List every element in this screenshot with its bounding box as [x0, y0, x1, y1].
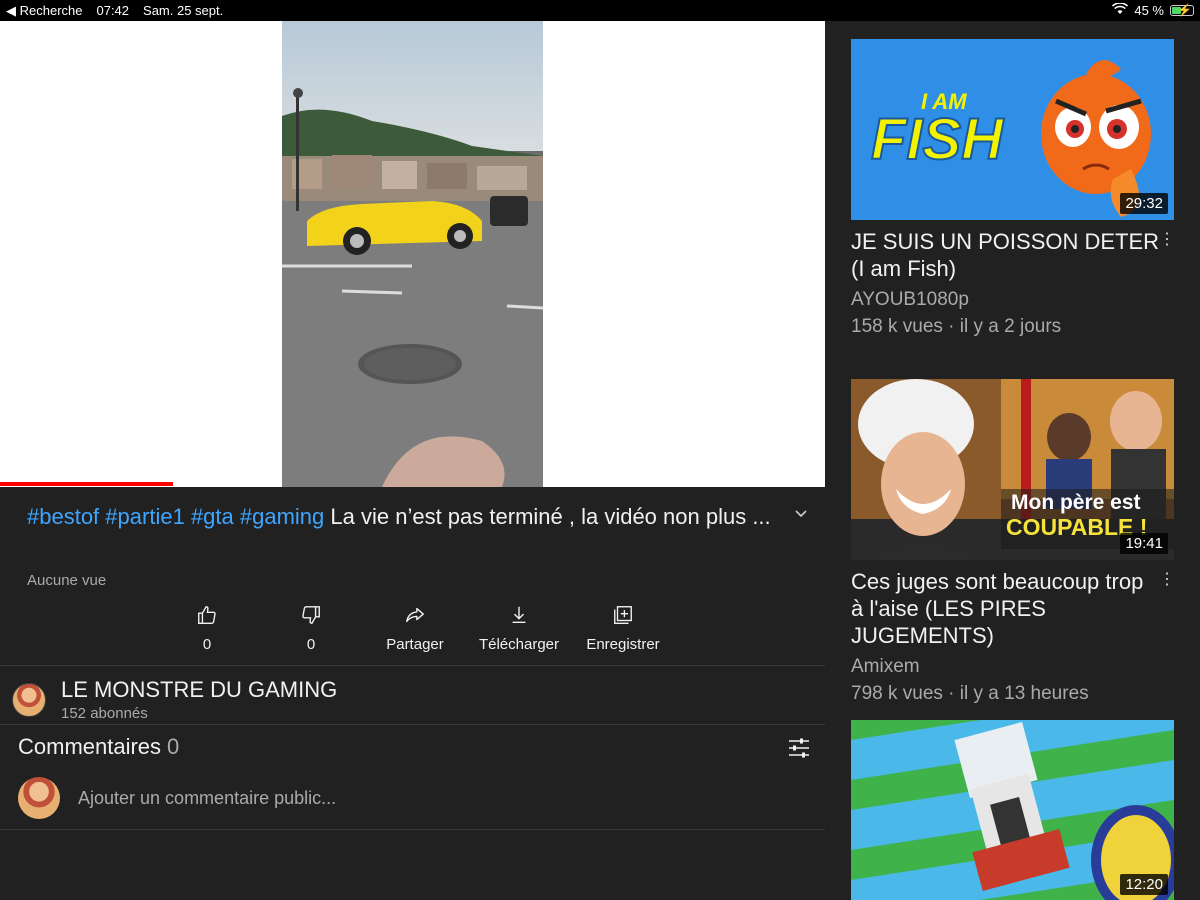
video-description[interactable]: #bestof #partie1 #gta #gaming La vie n’e… — [27, 501, 777, 533]
thumb-text: Mon père est — [1011, 491, 1141, 514]
video-thumbnail[interactable]: I AM FISH 29:32 — [851, 39, 1174, 220]
save-label: Enregistrer — [586, 636, 660, 653]
like-button[interactable]: 0 — [155, 604, 259, 653]
user-avatar — [18, 777, 60, 819]
download-label: Télécharger — [478, 636, 560, 653]
save-button[interactable]: Enregistrer — [571, 604, 675, 653]
recommended-video[interactable]: 12:20 — [851, 720, 1174, 900]
channel-row[interactable]: LE MONSTRE DU GAMING 152 abonnés — [12, 677, 337, 722]
divider — [0, 829, 825, 830]
chevron-down-icon[interactable] — [795, 505, 807, 521]
comments-header[interactable]: Commentaires 0 — [18, 734, 179, 760]
video-frame — [282, 21, 543, 487]
recommendations-list: I AM FISH 29:32 JE SUIS UN POISSON DETER… — [825, 21, 1200, 900]
wifi-icon — [1112, 2, 1129, 18]
video-thumbnail[interactable]: Mon père est COUPABLE ! 19:41 — [851, 379, 1174, 560]
like-count: 0 — [202, 636, 212, 653]
dislike-button[interactable]: 0 — [259, 604, 363, 653]
comment-input[interactable]: Ajouter un commentaire public... — [78, 788, 336, 809]
more-options-icon[interactable]: ⋮ — [1159, 229, 1175, 249]
divider — [0, 724, 825, 725]
video-title-text: La vie n’est pas terminé , la vidéo non … — [330, 504, 771, 529]
battery-percent: 45 % — [1134, 3, 1164, 18]
hashtag-link[interactable]: #bestof — [27, 504, 99, 529]
comments-count: 0 — [167, 734, 180, 759]
action-bar: 0 0 Partager Télécharger Enregistrer — [155, 604, 675, 653]
share-label: Partager — [386, 636, 444, 653]
back-to-search-link[interactable]: ◀ Recherche — [6, 3, 82, 19]
video-meta: 798 k vues · il y a 13 heures — [851, 683, 1089, 704]
watch-panel: #bestof #partie1 #gta #gaming La vie n’e… — [0, 21, 825, 900]
video-progress-bar[interactable] — [0, 482, 825, 486]
video-meta: 158 k vues · il y a 2 jours — [851, 316, 1062, 337]
video-channel[interactable]: Amixem — [851, 653, 1174, 680]
video-duration: 29:32 — [1120, 193, 1168, 214]
video-channel[interactable]: AYOUB1080p — [851, 286, 1174, 313]
more-options-icon[interactable]: ⋮ — [1159, 569, 1175, 589]
recommended-video[interactable]: Mon père est COUPABLE ! 19:41 Ces juges … — [851, 379, 1175, 707]
progress-played — [0, 482, 174, 486]
video-title[interactable]: Ces juges sont beaucoup trop à l'aise (L… — [851, 568, 1161, 649]
save-icon — [612, 604, 634, 630]
subscriber-count: 152 abonnés — [61, 705, 148, 722]
video-duration: 19:41 — [1120, 533, 1168, 554]
channel-avatar[interactable] — [12, 682, 46, 717]
channel-name[interactable]: LE MONSTRE DU GAMING — [61, 677, 337, 703]
view-count: Aucune vue — [27, 572, 107, 589]
comments-title: Commentaires — [18, 734, 162, 759]
download-button[interactable]: Télécharger — [467, 604, 571, 653]
thumb-text: FISH — [871, 107, 1004, 172]
download-icon — [508, 604, 530, 630]
share-icon — [404, 604, 426, 630]
sort-filter-icon[interactable] — [788, 737, 810, 759]
video-title[interactable]: JE SUIS UN POISSON DETER (I am Fish) — [851, 228, 1161, 282]
thumb-down-icon — [300, 604, 322, 630]
status-bar: ◀ Recherche 07:42 Sam. 25 sept. 45 % ⚡ — [0, 0, 1200, 21]
recommended-video[interactable]: I AM FISH 29:32 JE SUIS UN POISSON DETER… — [851, 39, 1175, 340]
status-date: Sam. 25 sept. — [143, 3, 224, 18]
battery-icon: ⚡ — [1170, 3, 1194, 17]
divider — [0, 665, 825, 666]
video-duration: 12:20 — [1120, 874, 1168, 895]
dislike-count: 0 — [306, 636, 316, 653]
hashtag-link[interactable]: #gta — [191, 504, 234, 529]
hashtag-link[interactable]: #gaming — [240, 504, 324, 529]
video-player[interactable] — [0, 21, 825, 487]
video-thumbnail[interactable]: 12:20 — [851, 720, 1174, 900]
status-time: 07:42 — [96, 3, 130, 18]
thumb-up-icon — [196, 604, 218, 630]
add-comment-row[interactable]: Ajouter un commentaire public... — [18, 777, 336, 819]
share-button[interactable]: Partager — [363, 604, 467, 653]
hashtag-link[interactable]: #partie1 — [105, 504, 185, 529]
